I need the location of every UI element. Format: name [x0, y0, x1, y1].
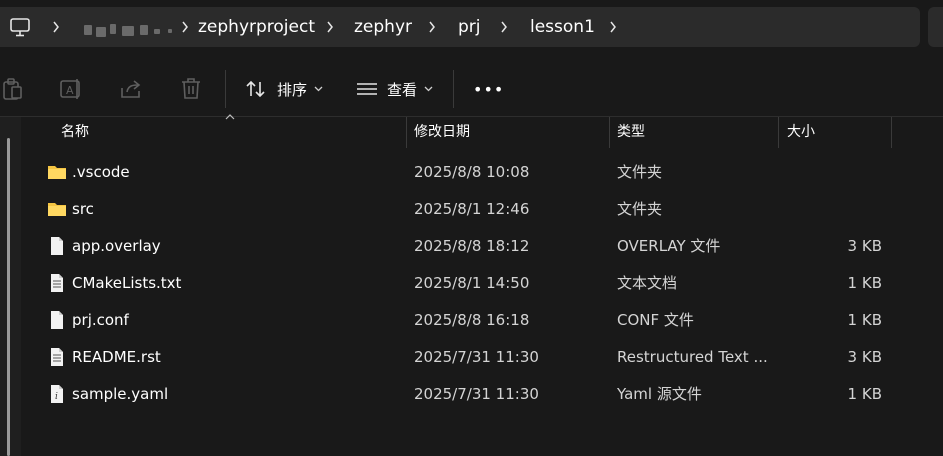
file-row[interactable]: src 2025/8/1 12:46 文件夹 — [22, 191, 943, 228]
monitor-icon[interactable] — [9, 16, 31, 38]
file-name: CMakeLists.txt — [72, 274, 182, 292]
sort-label: 排序 — [277, 80, 308, 99]
file-date: 2025/8/8 18:12 — [414, 237, 530, 255]
file-date: 2025/8/1 12:46 — [414, 200, 530, 218]
file-type: Yaml 源文件 — [617, 385, 702, 403]
chevron-down-icon — [314, 86, 323, 92]
scrollbar-thumb[interactable] — [7, 138, 10, 456]
chevron-right-icon[interactable] — [428, 21, 436, 33]
share-icon[interactable] — [118, 76, 144, 102]
column-divider[interactable] — [406, 117, 407, 148]
toolbar-divider — [225, 70, 226, 108]
chevron-right-icon[interactable] — [326, 21, 334, 33]
file-type: OVERLAY 文件 — [617, 237, 721, 255]
sort-icon — [246, 80, 265, 98]
paste-icon[interactable] — [0, 76, 26, 102]
chevron-right-icon[interactable] — [500, 21, 508, 33]
file-row[interactable]: README.rst 2025/7/31 11:30 Restructured … — [22, 339, 943, 376]
column-header-type[interactable]: 类型 — [617, 117, 645, 147]
folder-icon — [48, 166, 66, 179]
file-row[interactable]: i sample.yaml 2025/7/31 11:30 Yaml 源文件 1… — [22, 376, 943, 413]
redacted-user-crumb[interactable] — [82, 23, 182, 37]
file-date: 2025/8/8 10:08 — [414, 163, 530, 181]
file-name: README.rst — [72, 348, 161, 366]
file-name: .vscode — [72, 163, 130, 181]
folder-icon — [48, 203, 66, 216]
svg-text:i: i — [55, 392, 58, 402]
file-icon — [51, 237, 63, 255]
file-size: 3 KB — [847, 348, 882, 366]
column-divider[interactable] — [778, 117, 779, 148]
file-name: sample.yaml — [72, 385, 169, 403]
file-type: 文件夹 — [617, 200, 663, 218]
svg-text:A: A — [66, 84, 74, 97]
file-row[interactable]: app.overlay 2025/8/8 18:12 OVERLAY 文件 3 … — [22, 228, 943, 265]
chevron-right-icon[interactable] — [181, 21, 189, 33]
view-label: 查看 — [387, 80, 418, 99]
file-size: 1 KB — [847, 311, 882, 329]
breadcrumb-prj[interactable]: prj — [458, 16, 481, 38]
file-icon — [51, 311, 63, 329]
file-row[interactable]: .vscode 2025/8/8 10:08 文件夹 — [22, 154, 943, 191]
file-date: 2025/7/31 11:30 — [414, 385, 539, 403]
file-date: 2025/8/1 14:50 — [414, 274, 530, 292]
text-file-icon — [51, 348, 63, 366]
view-button[interactable]: 查看 — [357, 74, 443, 104]
file-name: app.overlay — [72, 237, 161, 255]
column-header-date[interactable]: 修改日期 — [414, 117, 470, 147]
file-row[interactable]: CMakeLists.txt 2025/8/1 14:50 文本文档 1 KB — [22, 265, 943, 302]
navigation-pane[interactable] — [0, 117, 21, 456]
file-size: 3 KB — [847, 237, 882, 255]
file-name: src — [72, 200, 94, 218]
column-divider[interactable] — [891, 117, 892, 148]
address-bar[interactable]: zephyrproject zephyr prj lesson1 — [0, 7, 920, 47]
column-header-size[interactable]: 大小 — [787, 117, 815, 147]
file-type: 文本文档 — [617, 274, 678, 292]
rename-icon[interactable]: A — [58, 76, 84, 102]
sort-button[interactable]: 排序 — [245, 74, 333, 104]
file-row[interactable]: prj.conf 2025/8/8 16:18 CONF 文件 1 KB — [22, 302, 943, 339]
breadcrumb-lesson1[interactable]: lesson1 — [530, 16, 595, 38]
chevron-right-icon[interactable] — [609, 21, 617, 33]
command-bar: A 排序 查看 — [0, 60, 943, 116]
text-file-icon — [51, 274, 63, 292]
breadcrumb-zephyr[interactable]: zephyr — [354, 16, 412, 38]
breadcrumb-zephyrproject[interactable]: zephyrproject — [198, 16, 315, 38]
sort-ascending-icon — [225, 114, 235, 120]
file-type: Restructured Text ... — [617, 348, 768, 366]
delete-icon[interactable] — [178, 76, 204, 102]
more-options-button[interactable]: ••• — [473, 74, 504, 104]
yaml-file-icon: i — [51, 385, 63, 403]
file-size — [812, 154, 882, 191]
file-type: 文件夹 — [617, 163, 663, 181]
file-date: 2025/8/8 16:18 — [414, 311, 530, 329]
toolbar-divider — [453, 70, 454, 108]
search-box-edge[interactable] — [928, 7, 943, 47]
column-divider[interactable] — [609, 117, 610, 148]
list-view-icon — [357, 83, 377, 95]
chevron-right-icon[interactable] — [52, 21, 60, 33]
file-name: prj.conf — [72, 311, 129, 329]
file-size — [812, 191, 882, 228]
column-header-name[interactable]: 名称 — [61, 117, 89, 147]
chevron-down-icon — [424, 86, 433, 92]
file-size: 1 KB — [847, 274, 882, 292]
file-type: CONF 文件 — [617, 311, 694, 329]
file-date: 2025/7/31 11:30 — [414, 348, 539, 366]
file-size: 1 KB — [847, 385, 882, 403]
